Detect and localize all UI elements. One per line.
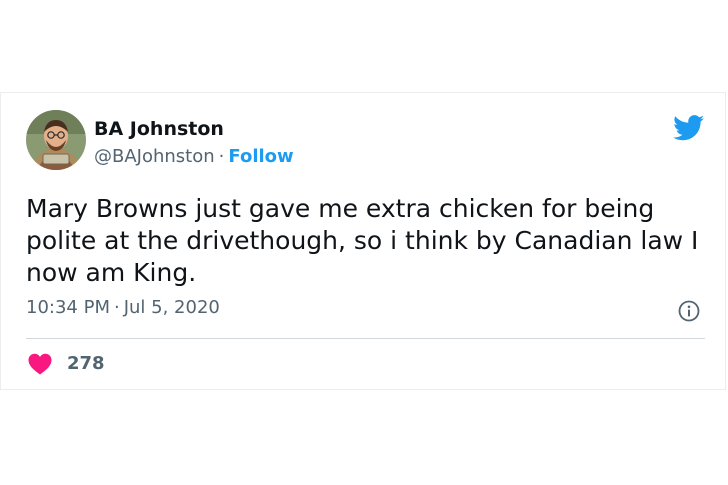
separator-dot: · xyxy=(218,146,225,167)
tweet-text: Mary Browns just gave me extra chicken f… xyxy=(26,194,699,287)
tweet-timestamp[interactable]: 10:34 PM · Jul 5, 2020 xyxy=(26,297,220,318)
tweet-date[interactable]: Jul 5, 2020 xyxy=(124,297,220,318)
tweet-card: BA Johnston @BAJohnston · Follow Mary Brow… xyxy=(0,92,726,390)
author-handle[interactable]: @BAJohnston xyxy=(94,146,215,167)
info-icon[interactable] xyxy=(678,300,700,322)
heart-icon[interactable] xyxy=(28,353,52,375)
avatar[interactable] xyxy=(26,110,86,170)
follow-button[interactable]: Follow xyxy=(228,146,293,167)
divider xyxy=(26,338,705,339)
timestamp-separator: · xyxy=(113,297,120,318)
tweet-time[interactable]: 10:34 PM xyxy=(26,297,110,318)
author-name[interactable]: BA Johnston xyxy=(94,118,224,140)
twitter-bird-icon[interactable] xyxy=(673,115,705,141)
handle-row: @BAJohnston · Follow xyxy=(94,146,294,167)
like-count[interactable]: 278 xyxy=(67,353,105,374)
